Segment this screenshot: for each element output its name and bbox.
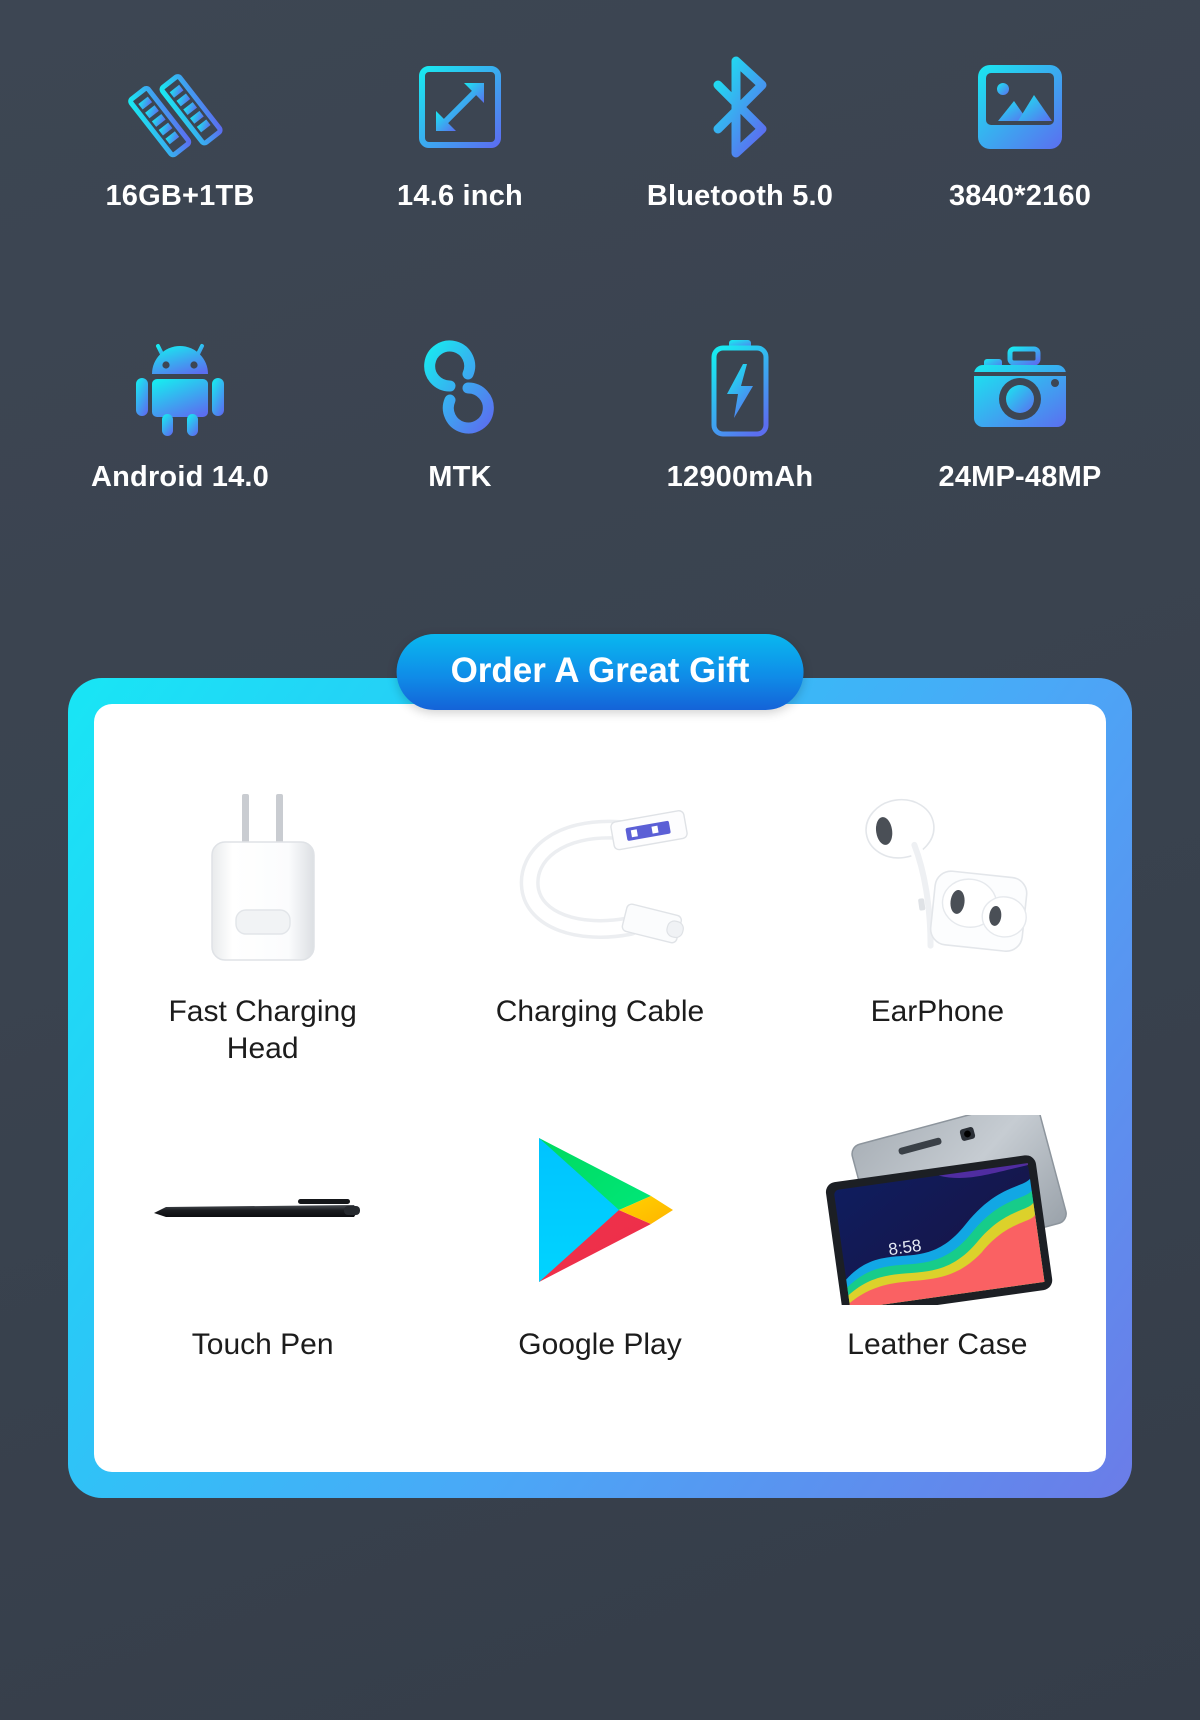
gift-card-body: Fast Charging Head Charging Cable EarPho… — [94, 704, 1106, 1472]
spec-label: 12900mAh — [666, 461, 814, 493]
spec-item-battery: 12900mAh — [600, 333, 880, 494]
spec-label: Android 14.0 — [90, 461, 270, 493]
spec-item-storage: 16GB+1TB — [40, 52, 320, 213]
gift-item-touch-pen: Touch Pen — [94, 1105, 431, 1450]
gift-item-label: Fast Charging Head — [168, 995, 357, 1065]
ram-sticks-icon — [125, 52, 235, 162]
spec-item-os: Android 14.0 — [40, 333, 320, 494]
gift-item-label: EarPhone — [870, 995, 1005, 1028]
stylus-pen-icon — [94, 1115, 431, 1305]
wall-charger-icon — [94, 770, 431, 980]
spec-item-chipset: MTK — [320, 333, 600, 494]
image-resolution-icon — [965, 52, 1075, 162]
spec-item-camera: 24MP-48MP — [880, 333, 1160, 494]
spec-label: 3840*2160 — [948, 180, 1092, 212]
gift-item-label: Google Play — [518, 1328, 682, 1361]
spec-label: 14.6 inch — [397, 180, 523, 212]
gift-item-label: Leather Case — [847, 1328, 1028, 1361]
mediatek-loop-icon — [405, 333, 515, 443]
spec-grid: 16GB+1TB 14.6 inch Bluetooth 5.0 3840*21… — [40, 52, 1160, 494]
spec-label: Bluetooth 5.0 — [646, 180, 834, 212]
google-play-icon — [431, 1115, 768, 1305]
spec-item-bluetooth: Bluetooth 5.0 — [600, 52, 880, 213]
gift-section: Fast Charging Head Charging Cable EarPho… — [68, 634, 1132, 1498]
gift-banner-title: Order A Great Gift — [396, 634, 804, 710]
gift-item-fast-charging-head: Fast Charging Head — [94, 760, 431, 1105]
battery-charging-icon — [685, 333, 795, 443]
camera-icon — [965, 333, 1075, 443]
bluetooth-icon — [685, 52, 795, 162]
android-robot-icon — [125, 333, 235, 443]
spec-label: 24MP-48MP — [938, 461, 1102, 493]
product-spec-page: 16GB+1TB 14.6 inch Bluetooth 5.0 3840*21… — [0, 0, 1200, 1720]
screen-size-icon — [405, 52, 515, 162]
spec-label: 16GB+1TB — [105, 180, 255, 212]
gift-item-label: Touch Pen — [191, 1328, 334, 1361]
usb-cable-icon — [431, 770, 768, 980]
gift-items-grid: Fast Charging Head Charging Cable EarPho… — [94, 760, 1106, 1450]
gift-item-google-play: Google Play — [431, 1105, 768, 1450]
gift-item-label: Charging Cable — [495, 995, 705, 1028]
gift-item-leather-case: 8:58 Leather Case — [769, 1105, 1106, 1450]
spec-item-resolution: 3840*2160 — [880, 52, 1160, 213]
spec-item-screen-size: 14.6 inch — [320, 52, 600, 213]
gift-item-charging-cable: Charging Cable — [431, 760, 768, 1105]
spec-label: MTK — [428, 461, 492, 493]
earphones-icon — [769, 770, 1106, 980]
tablet-leather-case-icon: 8:58 — [769, 1115, 1106, 1305]
gift-item-earphone: EarPhone — [769, 760, 1106, 1105]
gift-card-border: Fast Charging Head Charging Cable EarPho… — [68, 678, 1132, 1498]
